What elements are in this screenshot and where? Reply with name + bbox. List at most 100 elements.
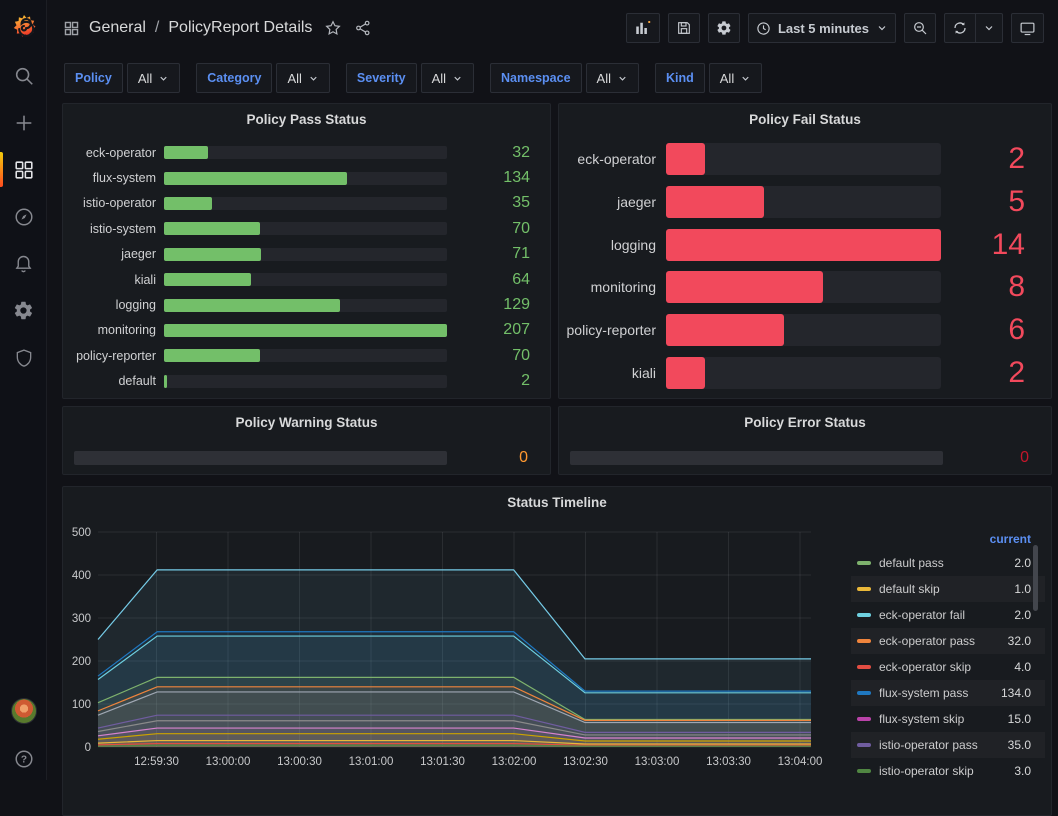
sidebar-bottom: ? (0, 698, 47, 770)
filter-namespace-label[interactable]: Namespace (490, 63, 582, 93)
sidebar-item-explore[interactable] (0, 193, 47, 240)
gauge-row-bar (164, 172, 347, 185)
gauge-row-bar (666, 186, 764, 218)
legend-series-label[interactable]: default pass (879, 556, 1006, 570)
share-dashboard-button[interactable] (354, 19, 372, 37)
gauge-row: monitoring8 (559, 266, 1051, 309)
gear-icon (13, 300, 34, 321)
gauge-row-value: 2 (941, 356, 1051, 390)
legend-series-label[interactable]: istio-operator skip (879, 764, 1006, 778)
breadcrumb-folder[interactable]: General (89, 19, 146, 37)
grafana-logo[interactable] (0, 0, 47, 52)
gauge-row-label: eck-operator (63, 146, 156, 160)
zoom-out-time-button[interactable] (904, 13, 936, 43)
svg-text:13:02:00: 13:02:00 (492, 756, 537, 768)
filter-namespace-value[interactable]: All (586, 63, 639, 93)
filter-kind-label[interactable]: Kind (655, 63, 705, 93)
gauge-row-track (164, 197, 447, 210)
filter-kind-value[interactable]: All (709, 63, 762, 93)
filter-severity-value[interactable]: All (421, 63, 474, 93)
gauge-row: jaeger71 (63, 242, 550, 267)
sidebar-item-search[interactable] (0, 52, 47, 99)
timeline-legend: current default pass2.0default skip1.0ec… (851, 532, 1045, 784)
legend-scrollbar[interactable] (1033, 545, 1038, 611)
sidebar-item-create[interactable] (0, 99, 47, 146)
add-panel-button[interactable] (626, 13, 660, 43)
gauge-row-bar (164, 222, 260, 235)
save-dashboard-button[interactable] (668, 13, 700, 43)
legend-series-swatch (857, 769, 871, 773)
legend-series-label[interactable]: eck-operator pass (879, 634, 1000, 648)
gauge-row-track (164, 146, 447, 159)
legend-series-label[interactable]: default skip (879, 582, 1006, 596)
gauge-row-track (666, 271, 941, 303)
legend-series-label[interactable]: istio-operator pass (879, 738, 1000, 752)
gauge-row-label: jaeger (559, 194, 656, 210)
gauge-row-track (164, 222, 447, 235)
gauge-row: logging129 (63, 292, 550, 317)
template-variables-bar: Policy All Category All Severity All Nam… (47, 58, 1058, 98)
time-range-picker[interactable]: Last 5 minutes (748, 13, 896, 43)
warning-gauge-row: 0 (74, 449, 550, 467)
filter-kind: Kind All (655, 63, 762, 93)
svg-text:0: 0 (85, 742, 91, 754)
gauge-row: flux-system134 (63, 165, 550, 190)
filter-severity-label[interactable]: Severity (346, 63, 417, 93)
gauge-row: istio-operator35 (63, 191, 550, 216)
help-button[interactable]: ? (13, 748, 35, 770)
filter-category-label[interactable]: Category (196, 63, 272, 93)
panel-policy-warning-status: Policy Warning Status 0 (62, 406, 551, 475)
legend-series-label[interactable]: flux-system pass (879, 686, 993, 700)
gauge-row: jaeger5 (559, 181, 1051, 224)
save-icon (676, 20, 692, 36)
legend-series-swatch (857, 639, 871, 643)
legend-series-label[interactable]: flux-system skip (879, 712, 1000, 726)
legend-row: eck-operator skip4.0 (851, 654, 1045, 680)
gauge-row-value: 32 (447, 144, 550, 162)
kiosk-mode-button[interactable] (1011, 13, 1044, 43)
sidebar-item-configuration[interactable] (0, 287, 47, 334)
refresh-dashboard-button[interactable] (944, 13, 976, 43)
legend-series-current-value: 134.0 (1001, 686, 1031, 700)
legend-series-label[interactable]: eck-operator fail (879, 608, 1006, 622)
gauge-row-track (164, 349, 447, 362)
panel-title[interactable]: Policy Warning Status (63, 407, 550, 430)
gauge-row-value: 2 (447, 372, 550, 390)
gauge-row-track (164, 172, 447, 185)
panel-title[interactable]: Policy Pass Status (63, 104, 550, 127)
warning-gauge-value: 0 (447, 449, 550, 467)
gauge-row-bar (666, 314, 784, 346)
filter-policy-value[interactable]: All (127, 63, 180, 93)
refresh-interval-dropdown[interactable] (976, 13, 1003, 43)
legend-series-label[interactable]: eck-operator skip (879, 660, 1006, 674)
gauge-row-bar (666, 229, 941, 261)
chevron-down-icon (617, 73, 628, 84)
legend-current-header[interactable]: current (851, 532, 1045, 550)
chevron-down-icon (452, 73, 463, 84)
sidebar-item-dashboards[interactable] (0, 146, 47, 193)
sidebar-item-alerting[interactable] (0, 240, 47, 287)
gauge-row-value: 70 (447, 347, 550, 365)
filter-category-value[interactable]: All (276, 63, 329, 93)
breadcrumb-separator: / (155, 19, 159, 37)
sidebar-item-server-admin[interactable] (0, 334, 47, 381)
user-avatar[interactable] (11, 698, 37, 724)
gauge-row-track (164, 273, 447, 286)
panel-title[interactable]: Policy Fail Status (559, 104, 1051, 127)
gauge-row-label: flux-system (63, 171, 156, 185)
panel-title[interactable]: Status Timeline (63, 487, 1051, 510)
legend-series-swatch (857, 665, 871, 669)
gauge-row-bar (164, 349, 260, 362)
dashboard-settings-button[interactable] (708, 13, 740, 43)
svg-text:13:03:00: 13:03:00 (635, 756, 680, 768)
favorite-star-button[interactable] (324, 19, 342, 37)
gauge-row-track (666, 229, 941, 261)
gauge-row: kiali2 (559, 351, 1051, 394)
panel-title[interactable]: Policy Error Status (559, 407, 1051, 430)
shield-icon (14, 348, 34, 368)
bell-icon (13, 253, 34, 274)
filter-policy-label[interactable]: Policy (64, 63, 123, 93)
filter-namespace: Namespace All (490, 63, 639, 93)
legend-series-current-value: 3.0 (1014, 764, 1031, 778)
gauge-row-label: istio-system (63, 222, 156, 236)
